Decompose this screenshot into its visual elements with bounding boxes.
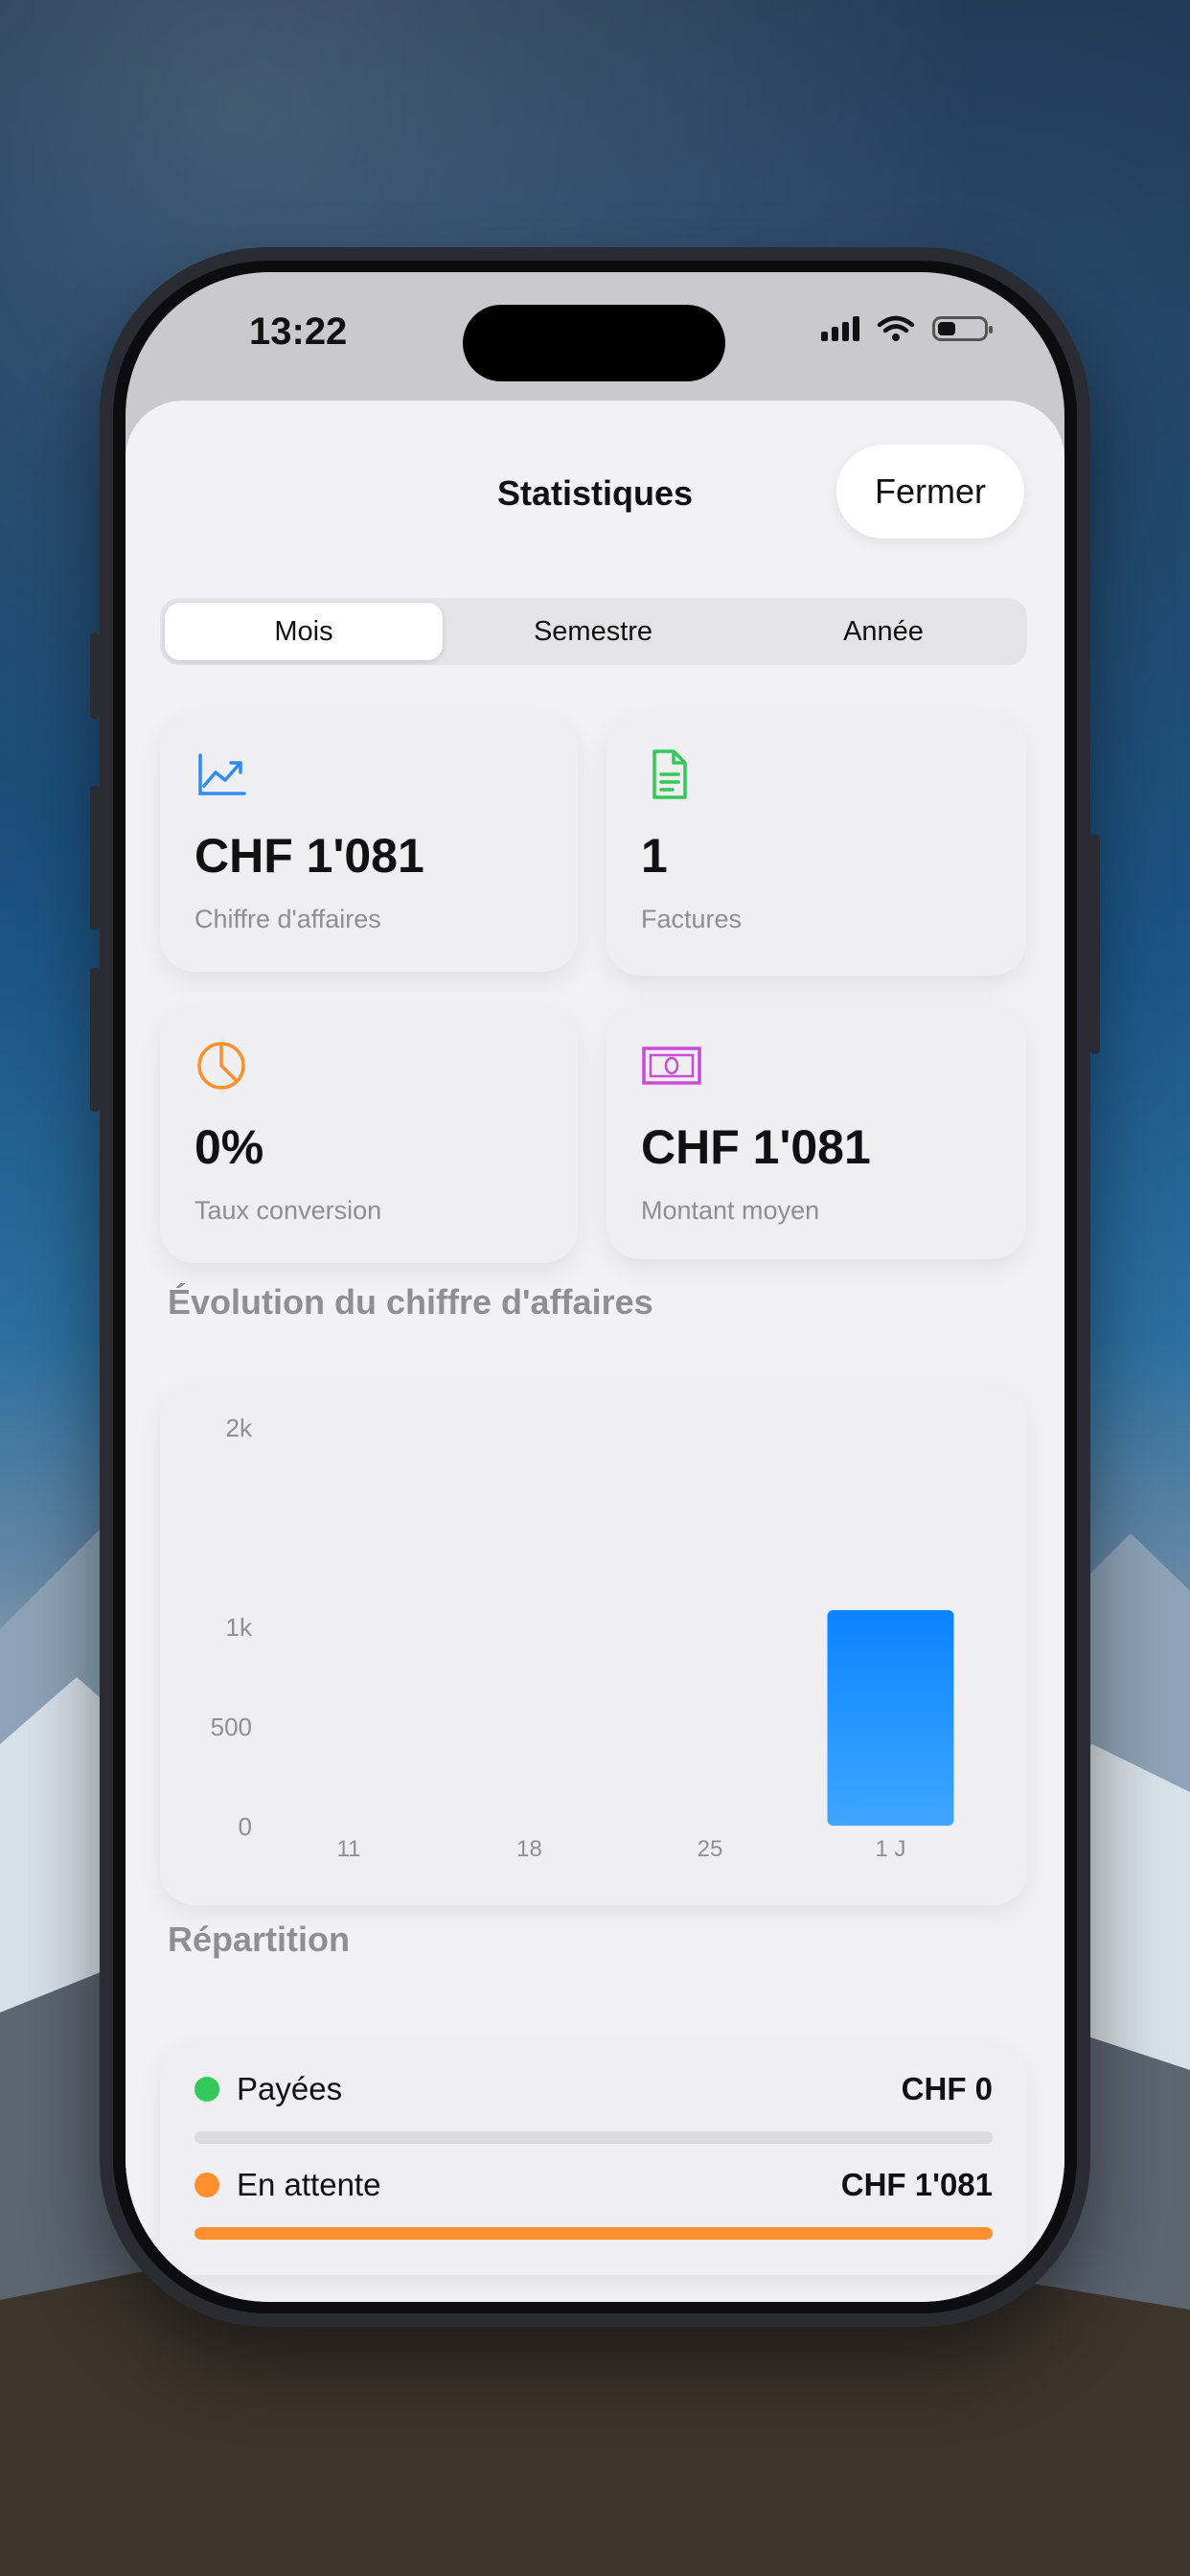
y-tick-label: 0 [239, 1812, 252, 1841]
close-button[interactable]: Fermer [836, 445, 1024, 539]
breakdown-label: En attente [237, 2167, 381, 2202]
wifi-icon [877, 315, 915, 341]
y-tick-label: 500 [211, 1713, 252, 1741]
stat-card-invoices: 1 Factures [606, 713, 1026, 976]
breakdown-card: Payées CHF 0 En attente CHF 1'081 [160, 2042, 1027, 2275]
breakdown-label: Payées [237, 2071, 343, 2106]
phone-side-button [90, 968, 100, 1112]
stat-value: 1 [641, 829, 668, 883]
y-tick-label: 2k [226, 1414, 253, 1442]
banknote-icon [642, 1046, 701, 1085]
stat-value: 0% [195, 1120, 264, 1174]
breakdown-section-title: Répartition [168, 1920, 351, 1959]
document-icon [652, 749, 687, 799]
phone-screen: 13:22 Statistiques Fermer Mois Semestre … [126, 272, 1064, 2302]
pie-chart-icon [197, 1042, 245, 1090]
status-time: 13:22 [249, 310, 348, 353]
stat-label: Chiffre d'affaires [195, 905, 381, 933]
dynamic-island [463, 305, 725, 381]
pending-progress-bar [195, 2227, 993, 2240]
stat-label: Factures [641, 905, 743, 933]
period-segmented-control: Mois Semestre Année [160, 598, 1027, 665]
stat-value: CHF 1'081 [641, 1120, 871, 1174]
phone-side-button [90, 632, 100, 719]
stat-label: Taux conversion [195, 1196, 382, 1225]
y-tick-label: 1k [226, 1613, 253, 1642]
statistics-sheet: Statistiques Fermer Mois Semestre Année … [126, 401, 1064, 2302]
stat-card-revenue: CHF 1'081 Chiffre d'affaires [160, 713, 578, 972]
revenue-chart-card: 0 500 1k 2k 11 18 25 1 J [160, 1383, 1027, 1905]
chart-line-up-icon [198, 753, 246, 795]
tab-mois[interactable]: Mois [165, 603, 443, 660]
breakdown-amount: CHF 1'081 [840, 2167, 993, 2202]
breakdown-row-paid: Payées CHF 0 [195, 2071, 993, 2107]
stat-label: Montant moyen [641, 1196, 820, 1225]
breakdown-row-pending: En attente CHF 1'081 [195, 2167, 993, 2203]
stat-card-average: CHF 1'081 Montant moyen [606, 1004, 1026, 1259]
battery-icon [932, 316, 993, 341]
pending-status-dot [195, 2173, 219, 2197]
x-tick-label: 18 [516, 1836, 542, 1862]
status-bar: 13:22 [126, 272, 1064, 397]
phone-side-button [1090, 834, 1100, 1054]
stat-card-conversion: 0% Taux conversion [160, 1004, 578, 1263]
revenue-section-title: Évolution du chiffre d'affaires [168, 1282, 653, 1322]
revenue-bar-chart: 0 500 1k 2k 11 18 25 1 J [211, 1414, 954, 1862]
x-tick-label: 1 J [875, 1836, 905, 1862]
chart-bar[interactable] [827, 1610, 954, 1826]
paid-status-dot [195, 2077, 219, 2102]
status-icons [821, 314, 993, 343]
phone-side-button [90, 786, 100, 930]
tab-semestre[interactable]: Semestre [454, 603, 732, 660]
pending-progress-fill [195, 2227, 993, 2240]
x-tick-label: 11 [337, 1836, 361, 1862]
tab-annee[interactable]: Année [744, 603, 1022, 660]
stat-value: CHF 1'081 [195, 829, 424, 883]
cellular-signal-icon [821, 316, 859, 341]
x-tick-label: 25 [698, 1836, 723, 1862]
breakdown-amount: CHF 0 [901, 2071, 993, 2106]
paid-progress-bar [195, 2131, 993, 2144]
